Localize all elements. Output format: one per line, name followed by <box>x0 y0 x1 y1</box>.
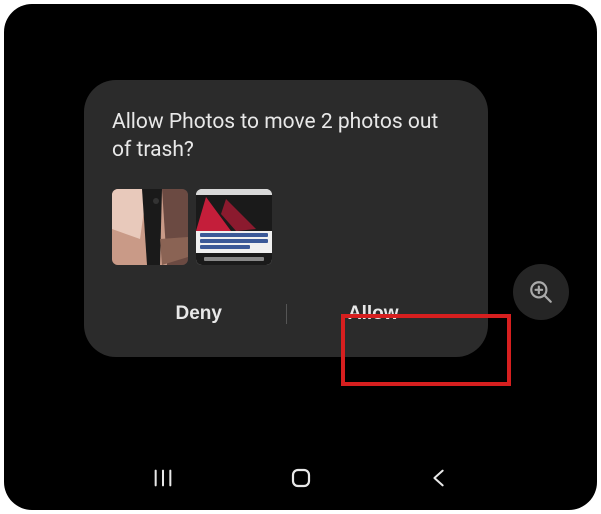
back-button[interactable] <box>428 467 450 489</box>
zoom-in-button[interactable] <box>513 264 569 320</box>
navigation-bar <box>4 466 597 490</box>
photo-thumbnail <box>196 189 272 265</box>
magnify-plus-icon <box>528 279 554 305</box>
photo-thumbnails <box>112 189 460 265</box>
dialog-title: Allow Photos to move 2 photos out of tra… <box>112 108 460 165</box>
home-icon <box>289 466 313 490</box>
recents-button[interactable] <box>152 467 174 489</box>
deny-button[interactable]: Deny <box>112 291 286 337</box>
dialog-actions: Deny Allow <box>112 291 460 337</box>
recents-icon <box>152 467 174 489</box>
screen-frame: Allow Photos to move 2 photos out of tra… <box>4 4 597 510</box>
allow-button[interactable]: Allow <box>287 291 461 337</box>
back-icon <box>428 467 450 489</box>
permission-dialog: Allow Photos to move 2 photos out of tra… <box>84 80 488 357</box>
photo-thumbnail <box>112 189 188 265</box>
home-button[interactable] <box>289 466 313 490</box>
